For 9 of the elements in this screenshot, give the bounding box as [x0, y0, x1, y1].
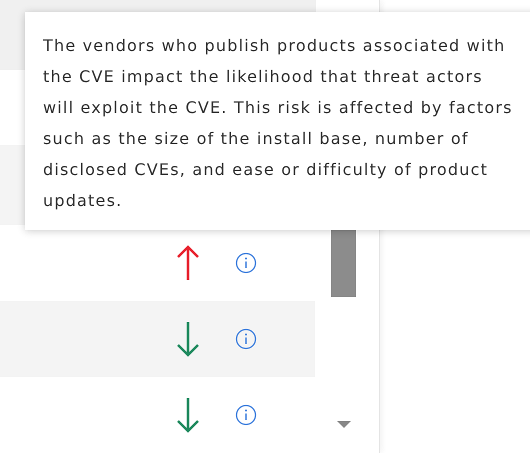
info-icon[interactable]: [235, 404, 257, 426]
scroll-down-icon[interactable]: [337, 421, 352, 429]
scrollbar-thumb[interactable]: [331, 227, 356, 297]
down-arrow-icon: [175, 396, 201, 434]
info-icon[interactable]: [235, 328, 257, 350]
down-arrow-icon: [175, 320, 201, 358]
up-arrow-icon: [175, 244, 201, 282]
tooltip-text: The vendors who publish products associated with the CVE impact the likelihood that threat actors will exploit the CVE. This risk is affected by factors such as the size of the install base, number of disclosed CVEs, and ease or difficulty of product updates.: [43, 35, 514, 212]
info-icon[interactable]: [235, 252, 257, 274]
